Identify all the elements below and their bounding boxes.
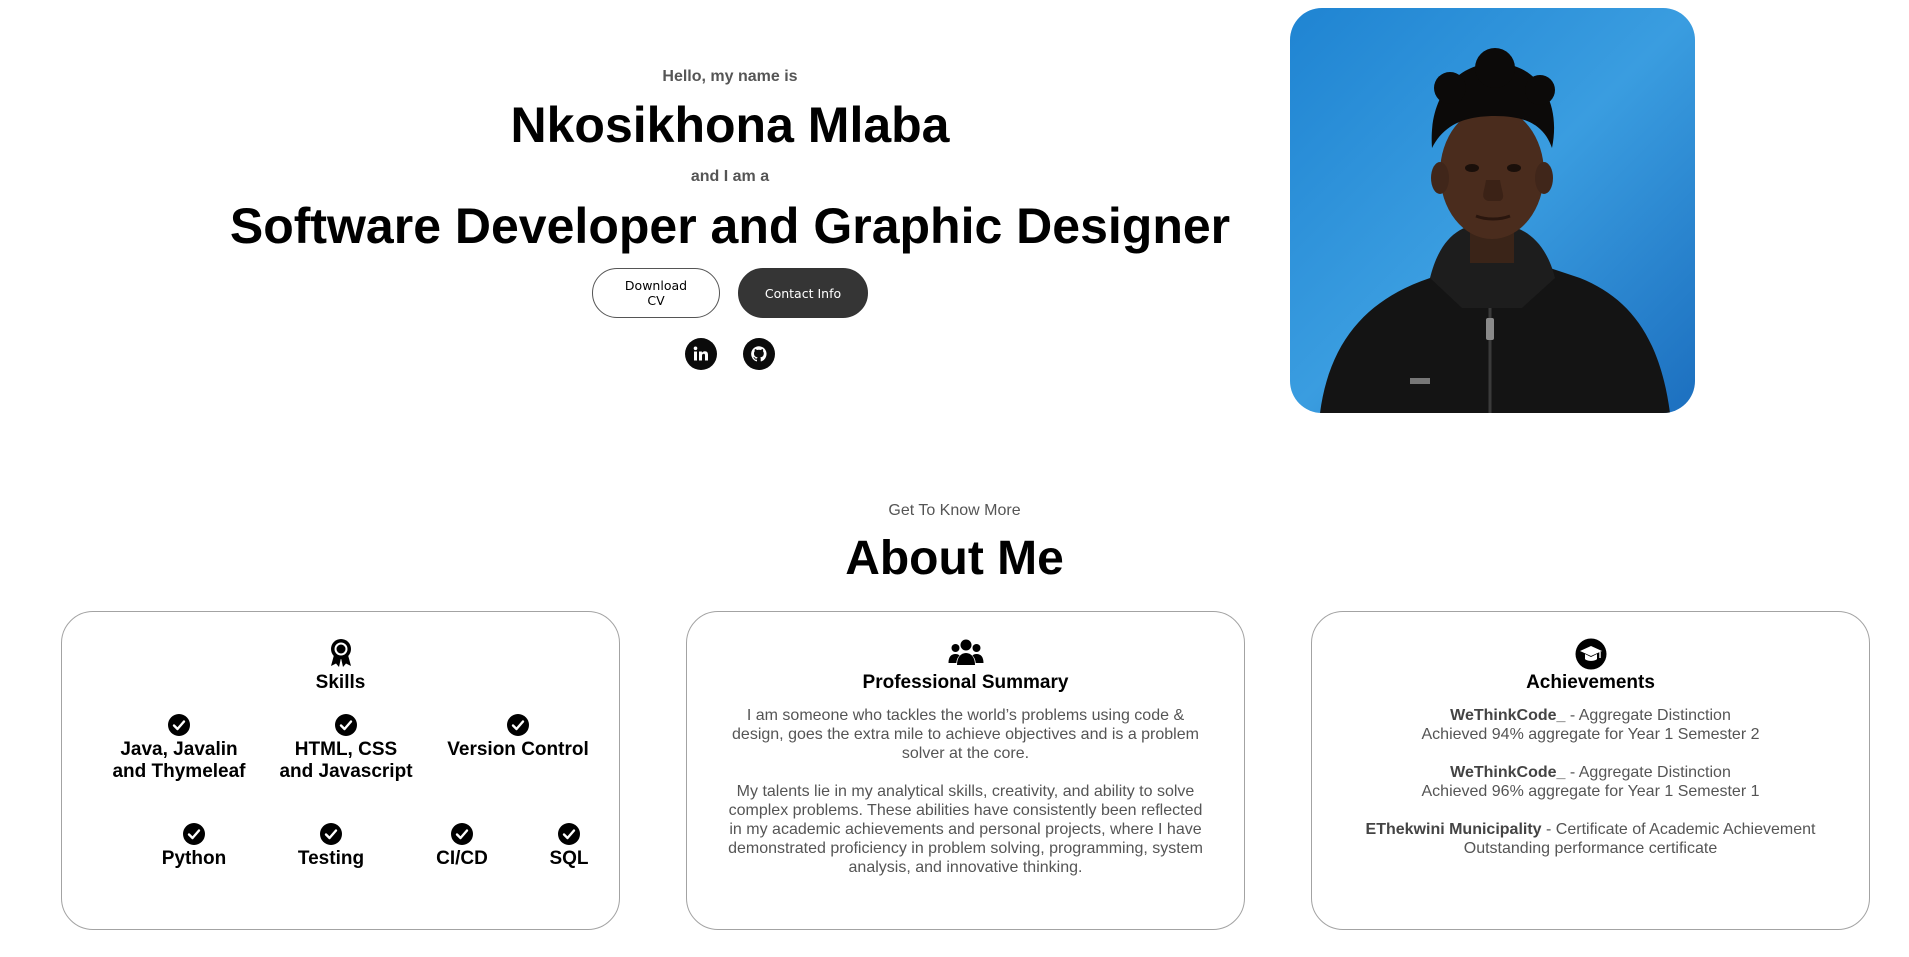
summary-title: Professional Summary	[862, 672, 1069, 693]
achievements-card: Achievements WeThinkCode_ - Aggregate Di…	[1311, 611, 1870, 930]
achievement-detail: Achieved 96% aggregate for Year 1 Semest…	[1421, 783, 1760, 800]
check-icon	[506, 713, 530, 737]
about-title: About Me	[845, 532, 1064, 585]
check-icon	[319, 822, 343, 846]
skill-label: Java, Javalin	[120, 739, 238, 760]
achievement-detail: Outstanding performance certificate	[1463, 840, 1718, 857]
summary-card: Professional Summary I am someone who ta…	[686, 611, 1245, 930]
skills-title: Skills	[315, 672, 366, 693]
users-icon	[687, 638, 1244, 668]
skill-label-line2: and Thymeleaf	[112, 761, 246, 782]
achievement-item: WeThinkCode_ - Aggregate Distinction Ach…	[1312, 706, 1869, 744]
skill-label: Testing	[297, 848, 365, 869]
skill-label-line2: and Javascript	[279, 761, 413, 782]
skill-item: CI/CD	[412, 822, 512, 870]
achievement-org: EThekwini Municipality	[1365, 821, 1542, 838]
skill-item: Testing	[281, 822, 381, 870]
skill-label: Version Control	[447, 739, 589, 760]
about-subtitle: Get To Know More	[888, 502, 1021, 519]
contact-info-button[interactable]: Contact Info	[738, 268, 868, 318]
skill-label: CI/CD	[436, 848, 488, 869]
check-icon	[557, 822, 581, 846]
download-cv-button[interactable]: Download CV	[592, 268, 720, 318]
github-icon[interactable]	[743, 338, 775, 370]
skill-item: Java, Javalin and Thymeleaf	[97, 713, 261, 783]
achievements-list: WeThinkCode_ - Aggregate Distinction Ach…	[1312, 706, 1869, 858]
summary-text: I am someone who tackles the world’s pro…	[723, 706, 1209, 877]
graduation-cap-icon	[1312, 638, 1869, 670]
check-icon	[450, 822, 474, 846]
achievements-title: Achievements	[1526, 672, 1655, 693]
achievement-org: WeThinkCode_	[1450, 707, 1566, 724]
check-icon	[334, 713, 358, 737]
greeting-text: Hello, my name is	[662, 68, 798, 85]
hero-name: Nkosikhona Mlaba	[510, 97, 950, 153]
achievement-item: EThekwini Municipality - Certificate of …	[1312, 820, 1869, 858]
social-links	[180, 338, 1280, 370]
skill-label: HTML, CSS	[294, 739, 398, 760]
skill-item: Python	[144, 822, 244, 870]
check-icon	[167, 713, 191, 737]
skill-label: Python	[161, 848, 227, 869]
skill-item: HTML, CSS and Javascript	[264, 713, 428, 783]
skill-label: SQL	[549, 848, 589, 869]
award-icon	[62, 638, 619, 668]
achievement-award: - Certificate of Academic Achievement	[1541, 821, 1816, 838]
hero-section: Hello, my name is Nkosikhona Mlaba and I…	[180, 60, 1280, 370]
hero-role: Software Developer and Graphic Designer	[229, 198, 1231, 254]
summary-paragraph-2: My talents lie in my analytical skills, …	[728, 783, 1203, 876]
achievement-item: WeThinkCode_ - Aggregate Distinction Ach…	[1312, 763, 1869, 801]
achievement-detail: Achieved 94% aggregate for Year 1 Semest…	[1421, 726, 1760, 743]
intro-text: and I am a	[690, 168, 770, 185]
achievement-award: - Aggregate Distinction	[1565, 764, 1731, 781]
summary-paragraph-1: I am someone who tackles the world’s pro…	[732, 707, 1199, 762]
achievement-org: WeThinkCode_	[1450, 764, 1566, 781]
check-icon	[182, 822, 206, 846]
linkedin-icon[interactable]	[685, 338, 717, 370]
skills-card: Skills Java, Javalin and Thymeleaf HTML, …	[61, 611, 620, 930]
skill-item: Version Control	[436, 713, 600, 761]
profile-photo	[1290, 8, 1695, 413]
achievement-award: - Aggregate Distinction	[1565, 707, 1731, 724]
skill-item: SQL	[529, 822, 609, 870]
hero-buttons: Download CV Contact Info	[180, 268, 1280, 318]
